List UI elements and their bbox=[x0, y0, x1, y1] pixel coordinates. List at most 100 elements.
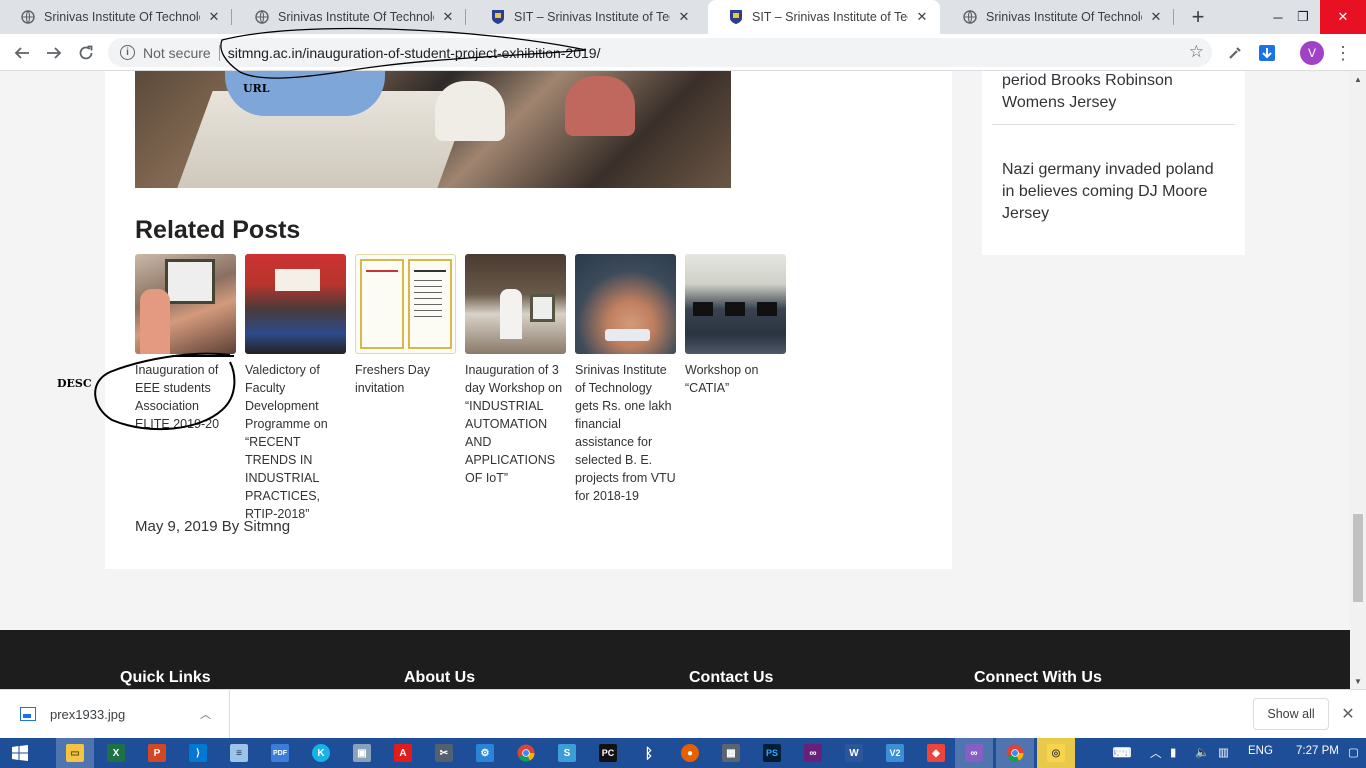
omnibox-divider bbox=[218, 44, 220, 61]
browser-tab-1[interactable]: Srinivas Institute Of Technology ✕ bbox=[0, 0, 232, 34]
show-all-downloads-button[interactable]: Show all bbox=[1253, 698, 1329, 730]
close-tab-icon[interactable]: ✕ bbox=[206, 9, 222, 25]
excel-icon[interactable]: X bbox=[104, 741, 128, 765]
download-extension-icon[interactable] bbox=[1256, 42, 1278, 64]
tab-separator bbox=[1173, 9, 1174, 25]
more-menu-icon[interactable]: ⋮ bbox=[1334, 42, 1352, 64]
related-post-item[interactable]: Freshers Day invitation bbox=[355, 254, 456, 397]
download-file-name[interactable]: prex1933.jpg bbox=[50, 707, 125, 722]
bookmark-star-icon[interactable]: ☆ bbox=[1189, 42, 1204, 62]
vs-code-blue-icon[interactable]: V2 bbox=[883, 741, 907, 765]
chevron-up-icon[interactable]: ︿ bbox=[200, 706, 211, 722]
firefox-icon[interactable]: ● bbox=[678, 741, 702, 765]
close-tab-icon[interactable]: ✕ bbox=[676, 9, 692, 25]
virtual-machine-icon[interactable]: ▦ bbox=[719, 741, 743, 765]
sidebar-link[interactable]: Nazi germany invaded poland in believes … bbox=[1002, 159, 1227, 225]
related-post-item[interactable]: Valedictory of Faculty Development Progr… bbox=[245, 254, 346, 523]
vscode-icon[interactable]: ⟩ bbox=[186, 741, 210, 765]
related-post-caption[interactable]: Workshop on “CATIA” bbox=[685, 361, 786, 397]
related-post-caption[interactable]: Freshers Day invitation bbox=[355, 361, 456, 397]
pycharm-icon[interactable]: PC bbox=[596, 741, 620, 765]
bluetooth-icon[interactable]: ᛒ bbox=[637, 741, 661, 765]
scrollbar-thumb[interactable] bbox=[1353, 514, 1363, 602]
notepad-icon[interactable]: ≡ bbox=[227, 741, 251, 765]
page-scrollbar[interactable]: ▲ ▼ bbox=[1350, 71, 1366, 689]
reload-icon[interactable] bbox=[73, 40, 99, 66]
info-icon[interactable]: i bbox=[120, 45, 135, 60]
post-meta[interactable]: May 9, 2019 By Sitmng bbox=[135, 518, 290, 535]
close-tab-icon[interactable]: ✕ bbox=[1148, 9, 1164, 25]
invitation-card[interactable] bbox=[355, 254, 456, 354]
sidebar-link[interactable]: period Brooks Robinson Womens Jersey bbox=[1002, 71, 1227, 114]
powerpoint-icon[interactable]: P bbox=[145, 741, 169, 765]
tab-title: SIT – Srinivas Institute of Techno bbox=[752, 10, 908, 24]
show-hidden-icons[interactable]: ︿ bbox=[1150, 745, 1162, 761]
visual-studio-icon[interactable]: ∞ bbox=[801, 741, 825, 765]
pdf-reader-icon[interactable]: PDF bbox=[268, 741, 292, 765]
close-tab-icon[interactable]: ✕ bbox=[914, 9, 930, 25]
sidebar-divider bbox=[992, 124, 1235, 125]
kodi-icon[interactable]: K bbox=[309, 741, 333, 765]
page-viewport: Related Posts Inauguration of EEE studen… bbox=[0, 71, 1350, 689]
sticky-notes-icon[interactable]: ◎ bbox=[1044, 741, 1068, 765]
close-window-button[interactable]: ✕ bbox=[1320, 0, 1366, 34]
group-photo[interactable] bbox=[245, 254, 346, 354]
eyedropper-extension-icon[interactable] bbox=[1224, 42, 1246, 64]
windows-taskbar: ▭ X P ⟩ ≡ PDF K ▣ A ✂ ⚙ S PC ᛒ ● ▦ PS ∞ … bbox=[0, 738, 1366, 768]
language-indicator[interactable]: ENG bbox=[1248, 745, 1273, 757]
footer-heading-connect: Connect With Us bbox=[974, 669, 1102, 686]
browser-tab-2[interactable]: Srinivas Institute Of Technology ✕ bbox=[234, 0, 466, 34]
scroll-up-icon[interactable]: ▲ bbox=[1350, 71, 1366, 87]
new-tab-button[interactable]: + bbox=[1186, 4, 1210, 29]
related-post-item[interactable]: Inauguration of EEE students Association… bbox=[135, 254, 236, 433]
guest-figure bbox=[435, 81, 505, 141]
hands-teamwork-photo[interactable] bbox=[575, 254, 676, 354]
back-icon[interactable] bbox=[9, 40, 35, 66]
scroll-down-icon[interactable]: ▼ bbox=[1350, 673, 1366, 689]
windows-start-icon[interactable] bbox=[8, 741, 32, 765]
acrobat-icon[interactable]: A bbox=[391, 741, 415, 765]
word-icon[interactable]: W bbox=[842, 741, 866, 765]
related-post-item[interactable]: Workshop on “CATIA” bbox=[685, 254, 786, 397]
download-item[interactable]: prex1933.jpg ︿ bbox=[0, 690, 230, 738]
keyboard-icon[interactable]: ⌨ bbox=[1110, 741, 1134, 765]
related-post-caption[interactable]: Valedictory of Faculty Development Progr… bbox=[245, 361, 346, 523]
address-bar[interactable]: i Not secure sitmng.ac.in/inauguration-o… bbox=[108, 38, 1212, 67]
browser-tab-4-active[interactable]: SIT – Srinivas Institute of Techno ✕ bbox=[708, 0, 940, 34]
tab-title: SIT – Srinivas Institute of Techno bbox=[514, 10, 670, 24]
clock[interactable]: 7:27 PM bbox=[1296, 745, 1339, 757]
file-explorer-icon[interactable]: ▭ bbox=[63, 741, 87, 765]
network-icon[interactable]: ▥ bbox=[1218, 745, 1229, 759]
related-post-caption[interactable]: Inauguration of 3 day Workshop on “INDUS… bbox=[465, 361, 566, 487]
close-download-shelf-icon[interactable]: ✕ bbox=[1338, 704, 1358, 724]
desc-annotation-label: DESC bbox=[57, 377, 92, 390]
photoshop-icon[interactable]: PS bbox=[760, 741, 784, 765]
related-post-caption[interactable]: Inauguration of EEE students Association… bbox=[135, 361, 236, 433]
forward-icon[interactable] bbox=[41, 40, 67, 66]
browser-tab-5[interactable]: Srinivas Institute Of Technology ✕ bbox=[942, 0, 1174, 34]
related-post-caption[interactable]: Srinivas Institute of Technology gets Rs… bbox=[575, 361, 676, 505]
globe-icon bbox=[962, 9, 978, 25]
volume-icon[interactable]: 🔈 bbox=[1195, 745, 1209, 759]
settings-gear-icon[interactable]: ⚙ bbox=[473, 741, 497, 765]
skype-icon[interactable]: S bbox=[555, 741, 579, 765]
related-post-item[interactable]: Srinivas Institute of Technology gets Rs… bbox=[575, 254, 676, 505]
battery-icon[interactable]: ▮ bbox=[1170, 745, 1176, 759]
close-tab-icon[interactable]: ✕ bbox=[440, 9, 456, 25]
profile-avatar[interactable]: V bbox=[1300, 41, 1324, 65]
notifications-icon[interactable]: ▢ bbox=[1348, 745, 1359, 759]
url-text[interactable]: sitmng.ac.in/inauguration-of-student-pro… bbox=[228, 45, 601, 61]
visual-studio-active-icon[interactable]: ∞ bbox=[962, 741, 986, 765]
chrome-icon[interactable] bbox=[514, 741, 538, 765]
photos-icon[interactable]: ▣ bbox=[350, 741, 374, 765]
inauguration-photo[interactable] bbox=[465, 254, 566, 354]
related-posts-heading: Related Posts bbox=[135, 216, 301, 244]
image-file-icon bbox=[20, 707, 36, 721]
browser-tab-3[interactable]: SIT – Srinivas Institute of Techno ✕ bbox=[470, 0, 702, 34]
lamp-lighting-photo[interactable] bbox=[135, 254, 236, 354]
related-post-item[interactable]: Inauguration of 3 day Workshop on “INDUS… bbox=[465, 254, 566, 487]
snipping-tool-icon[interactable]: ✂ bbox=[432, 741, 456, 765]
computer-lab-photo[interactable] bbox=[685, 254, 786, 354]
anydesk-icon[interactable]: ◆ bbox=[924, 741, 948, 765]
chrome-active-icon[interactable] bbox=[1003, 741, 1027, 765]
